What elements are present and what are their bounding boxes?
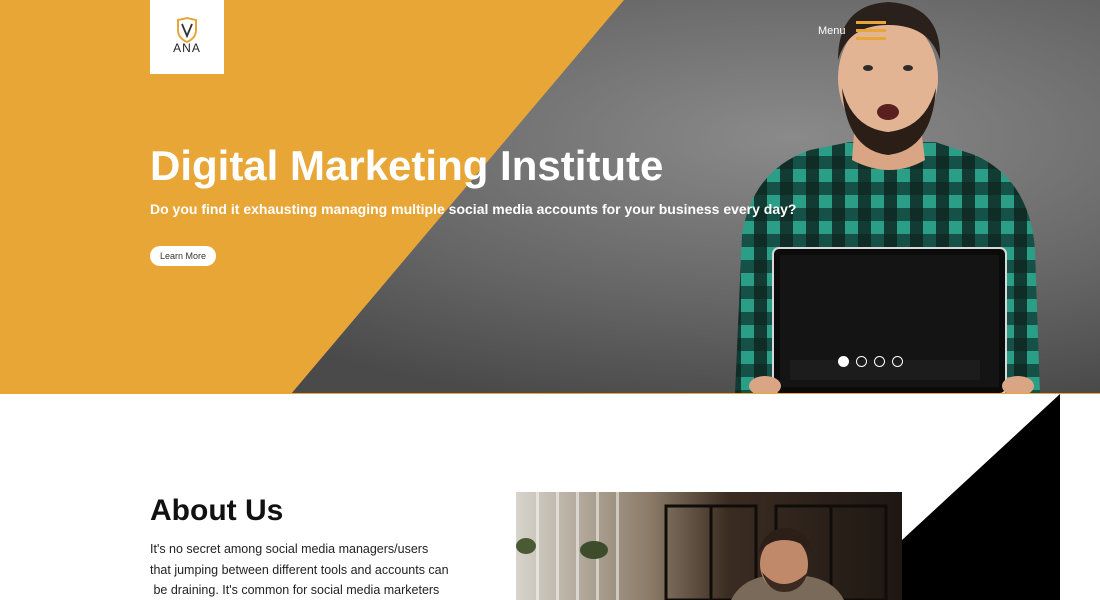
shield-logo-icon: ANA (173, 16, 201, 55)
decorative-black-triangle (902, 394, 1060, 600)
about-photo (516, 492, 902, 600)
about-line: It's no secret among social media manage… (150, 542, 429, 556)
menu-label: Menu (818, 25, 846, 37)
learn-more-button[interactable]: Learn More (150, 246, 216, 266)
hero-subtitle: Do you find it exhausting managing multi… (150, 201, 797, 217)
menu-toggle[interactable]: Menu (818, 20, 886, 42)
about-line: that jumping between different tools and… (150, 562, 449, 577)
logo-text: ANA (173, 41, 201, 55)
slider-dot-1[interactable] (838, 356, 849, 367)
slider-dot-4[interactable] (892, 356, 903, 367)
cafe-photo-image (516, 492, 902, 600)
site-logo[interactable]: ANA (150, 0, 224, 74)
slider-dot-2[interactable] (856, 356, 867, 367)
hero-title: Digital Marketing Institute (150, 142, 664, 189)
slider-pagination (838, 356, 903, 367)
slider-dot-3[interactable] (874, 356, 885, 367)
hero-bottom-line (0, 393, 1100, 394)
hero-banner: ANA Menu Digital Marketing Institute Do … (0, 0, 1100, 394)
about-title: About Us (150, 494, 284, 527)
hamburger-menu-icon[interactable] (855, 21, 886, 41)
about-line: be draining. It's common for social medi… (150, 583, 440, 597)
about-paragraph: It's no secret among social media manage… (150, 539, 460, 600)
